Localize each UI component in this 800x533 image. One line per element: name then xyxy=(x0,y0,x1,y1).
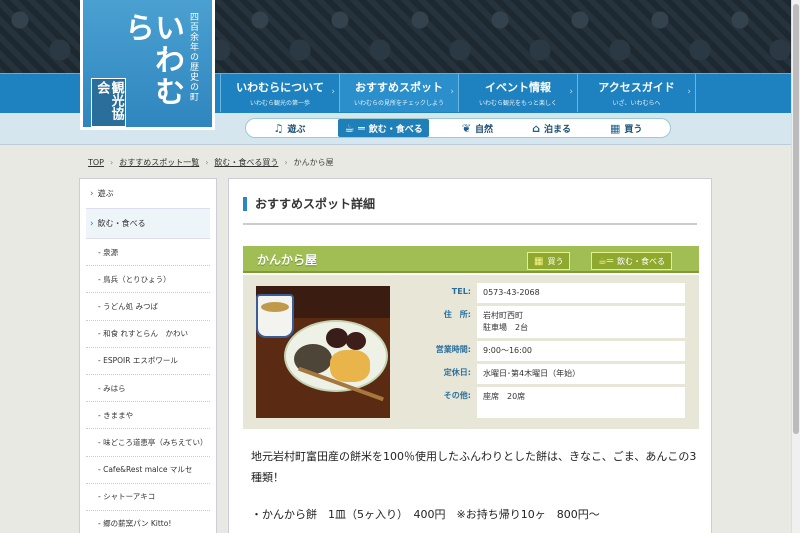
nav-about[interactable]: いわむらについて いわむら観光の第一歩 › xyxy=(220,74,339,112)
logo-tagline: 四百余年の歴史の町 xyxy=(188,12,198,102)
info-address: 岩村町西町駐車場 2台 xyxy=(477,304,685,341)
breadcrumb-separator-icon: › xyxy=(110,158,114,167)
house-icon: ⌂ xyxy=(532,121,540,135)
parking-line: 駐車場 2台 xyxy=(483,323,529,332)
category-label: 買う xyxy=(624,124,643,135)
address-line: 岩村町西町 xyxy=(483,311,523,320)
category-play[interactable]: ♫ 遊ぶ xyxy=(268,119,312,137)
spot-info-box: TEL: 0573-43-2068 住 所: 岩村町西町駐車場 2台 営業時間:… xyxy=(243,275,699,429)
nav-subtitle: いわむら観光の第一歩 xyxy=(249,100,310,107)
sidebar-item[interactable]: - Cafe&Rest malce マルセ xyxy=(86,457,210,484)
sidebar-item[interactable]: - ESPOIR エスポワール xyxy=(86,348,210,375)
sidebar-cat-label: 飲む・食べる xyxy=(97,219,146,228)
gift-icon: ▦ xyxy=(534,255,544,267)
spot-info-table: TEL: 0573-43-2068 住 所: 岩村町西町駐車場 2台 営業時間:… xyxy=(413,283,685,421)
nav-access[interactable]: アクセスガイド いざ、いわむらへ › xyxy=(577,74,696,112)
tag-buy[interactable]: ▦ 買う xyxy=(527,252,571,270)
info-row-tel: TEL: 0573-43-2068 xyxy=(413,283,685,306)
spot-header: かんから屋 ▦ 買う ☕═ 飲む・食べる xyxy=(243,246,699,273)
leaf-icon: ❦ xyxy=(461,121,472,135)
spot-description: 地元岩村町富田産の餅米を100％使用したふんわりとした餅は、きなこ、ごま、あんこ… xyxy=(251,450,697,484)
category-nature[interactable]: ❦ 自然 xyxy=(456,119,499,137)
category-stay[interactable]: ⌂ 泊まる xyxy=(526,119,577,137)
info-label: TEL: xyxy=(451,287,471,296)
sidebar-item[interactable]: - きままや xyxy=(86,402,210,430)
info-label: 定休日: xyxy=(443,367,471,377)
chevron-right-icon: › xyxy=(687,87,691,97)
sidebar-item[interactable]: - 味どころ道恵亭（みちえてい） xyxy=(86,429,210,457)
breadcrumb-spot-list[interactable]: おすすめスポット一覧 xyxy=(119,157,199,168)
logo-main-text: いわむら xyxy=(119,12,184,108)
category-label: 自然 xyxy=(475,124,494,135)
info-tel: 0573-43-2068 xyxy=(477,283,685,306)
main-content: おすすめスポット詳細 かんから屋 ▦ 買う ☕═ 飲む・食べる TEL: 0573-… xyxy=(228,178,712,533)
nav-events[interactable]: イベント情報 いわむら観光をもっと楽しく › xyxy=(458,74,577,112)
sidebar: › 遊ぶ › 飲む・食べる - 泉源 - 鳥兵（とりひょう） - うどん処 みつば … xyxy=(79,178,217,533)
info-closed: 水曜日･第4木曜日（年始） xyxy=(477,362,685,387)
nav-subtitle: いざ、いわむらへ xyxy=(612,100,661,107)
breadcrumb-category[interactable]: 飲む・食べる買う xyxy=(214,157,278,168)
breadcrumb-separator-icon: › xyxy=(205,158,209,167)
info-other: 座席 20席 xyxy=(477,385,685,421)
cup-chopsticks-icon: ☕═ xyxy=(598,255,613,267)
info-row-hours: 営業時間: 9:00～16:00 xyxy=(413,339,685,364)
music-note-icon: ♫ xyxy=(273,121,284,135)
page-scrollbar[interactable] xyxy=(791,0,800,533)
chevron-right-icon: › xyxy=(569,87,573,97)
category-eat-drink[interactable]: ☕ ═ 飲む・食べる xyxy=(338,119,429,137)
logo-stamp: 観光協会 xyxy=(91,78,126,127)
sidebar-item[interactable]: - 泉源 xyxy=(86,239,210,267)
cup-chopsticks-icon: ☕ ═ xyxy=(344,121,365,135)
chevron-right-icon: › xyxy=(331,87,335,97)
info-row-other: その他: 座席 20席 xyxy=(413,385,685,421)
sidebar-item[interactable]: - シャトーアキコ xyxy=(86,484,210,511)
category-nav: ♫ 遊ぶ ☕ ═ 飲む・食べる ❦ 自然 ⌂ 泊まる ▦ 買う xyxy=(245,118,671,138)
breadcrumb-current: かんから屋 xyxy=(293,158,334,167)
breadcrumb-top[interactable]: TOP xyxy=(88,158,104,167)
category-buy[interactable]: ▦ 買う xyxy=(604,119,648,137)
info-row-address: 住 所: 岩村町西町駐車場 2台 xyxy=(413,304,685,341)
nav-title: いわむらについて xyxy=(236,81,324,94)
tag-eat-drink[interactable]: ☕═ 飲む・食べる xyxy=(591,252,672,270)
spot-price: ・かんから餅 1皿（5ヶ入り） 400円 ※お持ち帰り10ヶ 800円～ xyxy=(251,508,600,521)
spot-photo xyxy=(256,286,390,418)
chevron-right-icon: › xyxy=(90,188,94,199)
sidebar-cat-eat-drink[interactable]: › 飲む・食べる xyxy=(86,209,210,239)
nav-subtitle: いわむら観光をもっと楽しく xyxy=(478,100,557,107)
tag-label: 飲む・食べる xyxy=(617,256,665,266)
sidebar-item[interactable]: - 郷の薪窯パン Kitto! xyxy=(86,511,210,533)
sidebar-item[interactable]: - 鳥兵（とりひょう） xyxy=(86,266,210,294)
sidebar-item[interactable]: - みはら xyxy=(86,375,210,403)
nav-spots[interactable]: おすすめスポット いわむらの見所をチェックしよう › xyxy=(339,74,458,112)
chevron-right-icon: › xyxy=(450,87,454,97)
nav-title: アクセスガイド xyxy=(598,81,675,94)
info-row-closed: 定休日: 水曜日･第4木曜日（年始） xyxy=(413,362,685,387)
info-hours: 9:00～16:00 xyxy=(477,339,685,364)
info-label: 営業時間: xyxy=(435,344,471,354)
main-nav: いわむらについて いわむら観光の第一歩 › おすすめスポット いわむらの見所をチ… xyxy=(220,74,696,112)
category-label: 飲む・食べる xyxy=(368,124,423,135)
category-label: 泊まる xyxy=(543,124,571,135)
category-label: 遊ぶ xyxy=(287,124,306,135)
info-label: 住 所: xyxy=(443,309,471,319)
nav-title: おすすめスポット xyxy=(355,81,443,94)
tag-label: 買う xyxy=(547,256,564,266)
sidebar-item[interactable]: - 和食 れすとらん かわい xyxy=(86,321,210,348)
chevron-right-icon: › xyxy=(90,218,94,229)
spot-name: かんから屋 xyxy=(257,253,318,267)
site-logo[interactable]: いわむら 四百余年の歴史の町 観光協会 xyxy=(80,0,215,130)
nav-subtitle: いわむらの見所をチェックしよう xyxy=(353,100,444,107)
sidebar-item[interactable]: - うどん処 みつば xyxy=(86,293,210,321)
section-title: おすすめスポット詳細 xyxy=(243,195,697,225)
scrollbar-thumb[interactable] xyxy=(793,4,799,434)
sidebar-cat-label: 遊ぶ xyxy=(97,189,114,198)
breadcrumb: TOP › おすすめスポット一覧 › 飲む・食べる買う › かんから屋 xyxy=(88,157,334,168)
sidebar-cat-play[interactable]: › 遊ぶ xyxy=(86,179,210,209)
nav-title: イベント情報 xyxy=(485,81,551,94)
gift-icon: ▦ xyxy=(610,121,621,135)
info-label: その他: xyxy=(443,390,471,400)
breadcrumb-separator-icon: › xyxy=(284,158,288,167)
